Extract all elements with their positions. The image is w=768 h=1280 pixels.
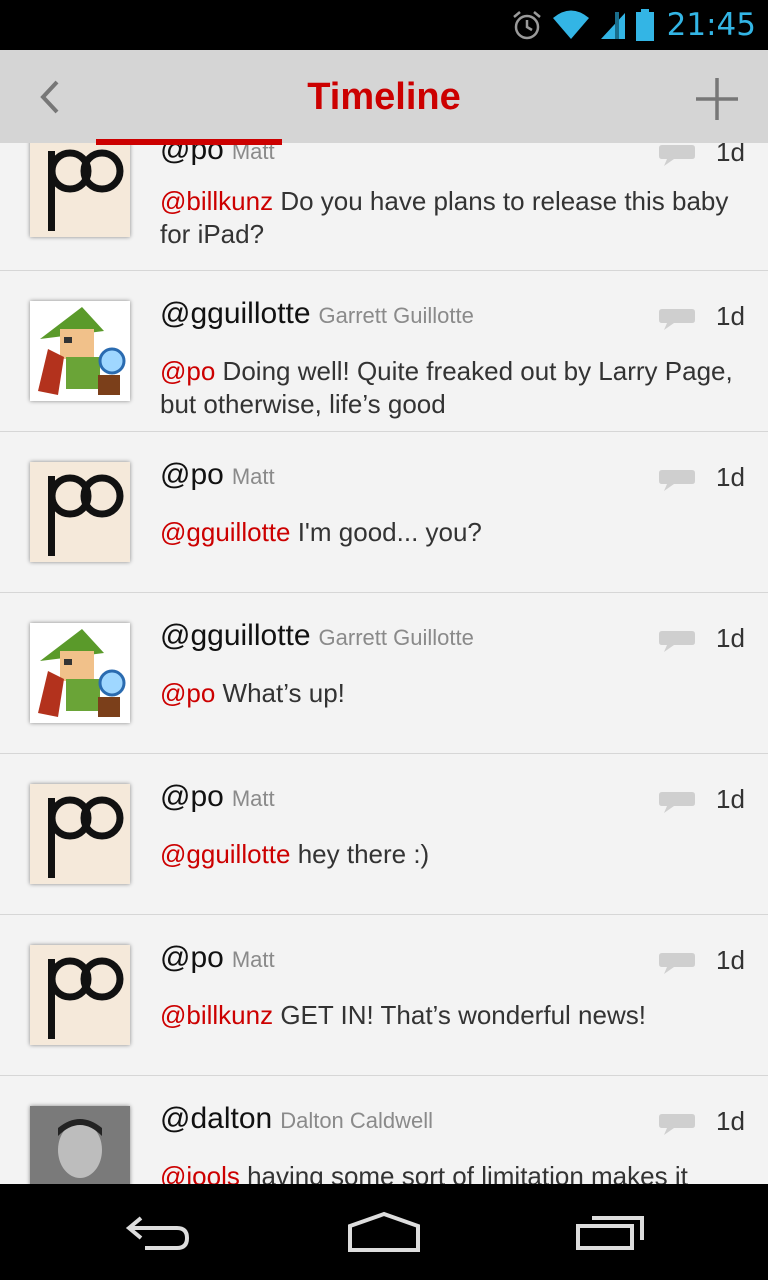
post-body: @gguillotte I'm good... you? xyxy=(160,516,745,549)
post-real-name: Garrett Guillotte xyxy=(318,303,474,328)
nav-home-button[interactable] xyxy=(334,1202,434,1262)
recent-apps-icon xyxy=(576,1216,644,1250)
post-real-name: Matt xyxy=(231,947,275,972)
post-age: 1d xyxy=(716,1106,745,1136)
timeline[interactable]: @po Matt 1d @billkunz Do you have plans to … xyxy=(0,143,768,1184)
avatar[interactable] xyxy=(30,143,130,237)
post-author: @po Matt xyxy=(160,143,275,167)
post-real-name: Matt xyxy=(231,143,275,164)
post-handle: @po xyxy=(160,941,224,974)
avatar[interactable] xyxy=(30,784,130,884)
post-body: @po Doing well! Quite freaked out by Lar… xyxy=(160,355,745,421)
post-handle: @dalton xyxy=(160,1102,273,1135)
post-body: @jools having some sort of limitation ma… xyxy=(160,1160,745,1184)
post-real-name: Matt xyxy=(231,786,275,811)
post-body: @billkunz GET IN! That’s wonderful news! xyxy=(160,999,745,1032)
post-author: @po Matt xyxy=(160,780,275,814)
nav-recent-apps-button[interactable] xyxy=(560,1202,660,1262)
wifi-icon xyxy=(552,10,589,39)
profile-photo-image xyxy=(30,1106,130,1184)
status-bar: 21:45 xyxy=(0,0,768,50)
po-logo-image xyxy=(30,784,130,884)
reply-icon[interactable] xyxy=(658,468,696,492)
post-handle: @gguillotte xyxy=(160,619,311,652)
post-handle: @po xyxy=(160,780,224,813)
post-mention-link[interactable]: @gguillotte xyxy=(160,517,290,547)
reply-icon[interactable] xyxy=(658,1112,696,1136)
post-list: @po Matt 1d @billkunz Do you have plans to … xyxy=(0,143,768,1184)
link-character-image xyxy=(30,301,130,401)
post-text: hey there :) xyxy=(290,839,430,869)
post-mention-link[interactable]: @jools xyxy=(160,1161,240,1184)
reply-icon[interactable] xyxy=(658,951,696,975)
add-button[interactable] xyxy=(694,76,740,122)
post-age: 1d xyxy=(716,945,745,975)
page-title: Timeline xyxy=(307,76,461,118)
post-body: @po What’s up! xyxy=(160,677,745,710)
timeline-post[interactable]: @po Matt 1d @billkunz GET IN! That’s wonder… xyxy=(0,915,768,1076)
battery-icon xyxy=(635,9,654,41)
post-age: 1d xyxy=(716,462,745,492)
clock: 21:45 xyxy=(666,7,756,43)
post-text: What’s up! xyxy=(215,678,345,708)
back-icon xyxy=(125,1216,190,1250)
action-bar: Timeline xyxy=(0,50,768,146)
nav-back-button[interactable] xyxy=(108,1202,208,1262)
post-text: having some sort of limitation makes it xyxy=(239,1161,688,1184)
post-author: @dalton Dalton Caldwell xyxy=(160,1102,433,1136)
plus-icon xyxy=(696,78,738,120)
post-text: I'm good... you? xyxy=(290,517,482,547)
status-icons: 21:45 xyxy=(511,0,756,50)
reply-icon[interactable] xyxy=(658,790,696,814)
post-handle: @po xyxy=(160,143,224,166)
po-logo-image xyxy=(30,462,130,562)
timeline-post[interactable]: @gguillotte Garrett Guillotte 1d @po Doing … xyxy=(0,271,768,432)
timeline-post[interactable]: @po Matt 1d @gguillotte I'm good... you? xyxy=(0,432,768,593)
post-mention-link[interactable]: @billkunz xyxy=(160,186,273,216)
post-body: @billkunz Do you have plans to release t… xyxy=(160,185,745,251)
timeline-post[interactable]: @po Matt 1d @gguillotte hey there :) xyxy=(0,754,768,915)
po-logo-image xyxy=(30,143,130,237)
po-logo-image xyxy=(30,945,130,1045)
post-text: Doing well! Quite freaked out by Larry P… xyxy=(160,356,733,419)
reply-icon[interactable] xyxy=(658,143,696,167)
timeline-post[interactable]: @dalton Dalton Caldwell 1d @jools having so… xyxy=(0,1076,768,1184)
timeline-post[interactable]: @gguillotte Garrett Guillotte 1d @po What’s… xyxy=(0,593,768,754)
post-mention-link[interactable]: @po xyxy=(160,678,215,708)
tab-indicator xyxy=(96,139,282,145)
post-real-name: Garrett Guillotte xyxy=(318,625,474,650)
avatar[interactable] xyxy=(30,945,130,1045)
post-age: 1d xyxy=(716,143,745,167)
timeline-post[interactable]: @po Matt 1d @billkunz Do you have plans to … xyxy=(0,143,768,271)
post-real-name: Matt xyxy=(231,464,275,489)
signal-icon xyxy=(600,12,625,39)
post-mention-link[interactable]: @billkunz xyxy=(160,1000,273,1030)
alarm-icon xyxy=(512,11,541,40)
avatar[interactable] xyxy=(30,1106,130,1184)
reply-icon[interactable] xyxy=(658,629,696,653)
reply-icon[interactable] xyxy=(658,307,696,331)
post-handle: @po xyxy=(160,458,224,491)
post-author: @gguillotte Garrett Guillotte xyxy=(160,619,474,653)
post-text: GET IN! That’s wonderful news! xyxy=(273,1000,646,1030)
avatar[interactable] xyxy=(30,301,130,401)
post-author: @po Matt xyxy=(160,941,275,975)
post-real-name: Dalton Caldwell xyxy=(280,1108,434,1133)
avatar[interactable] xyxy=(30,462,130,562)
post-mention-link[interactable]: @gguillotte xyxy=(160,839,290,869)
post-author: @po Matt xyxy=(160,458,275,492)
home-icon xyxy=(348,1211,420,1252)
post-age: 1d xyxy=(716,623,745,653)
nav-bar xyxy=(0,1184,768,1280)
post-handle: @gguillotte xyxy=(160,297,311,330)
avatar[interactable] xyxy=(30,623,130,723)
post-author: @gguillotte Garrett Guillotte xyxy=(160,297,474,331)
post-age: 1d xyxy=(716,784,745,814)
post-body: @gguillotte hey there :) xyxy=(160,838,745,871)
post-age: 1d xyxy=(716,301,745,331)
link-character-image xyxy=(30,623,130,723)
post-mention-link[interactable]: @po xyxy=(160,356,215,386)
